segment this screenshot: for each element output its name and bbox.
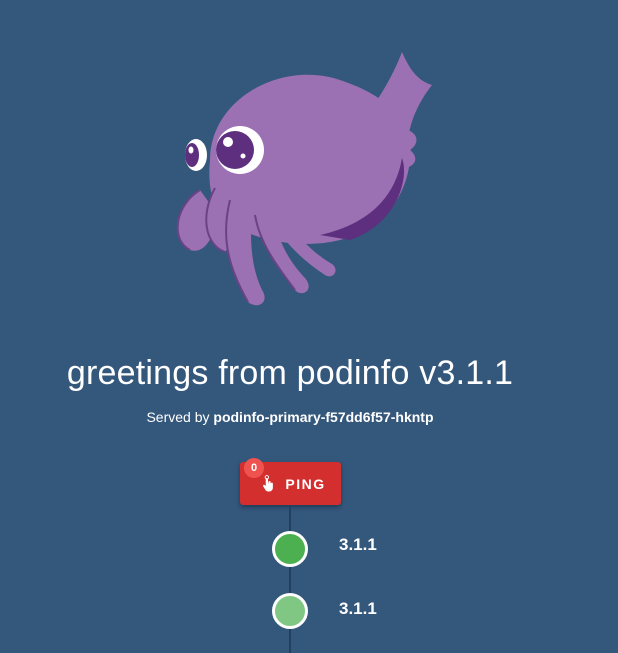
page: greetings from podinfo v3.1.1 Served by … [0,0,618,653]
hostname: podinfo-primary-f57dd6f57-hkntp [213,409,434,425]
timeline-line [289,505,291,653]
ping-count-badge: 0 [244,458,264,478]
timeline-item-label: 3.1.1 [339,535,377,554]
timeline-item-label: 3.1.1 [339,599,377,618]
served-by-line: Served by podinfo-primary-f57dd6f57-hknt… [0,409,580,425]
served-by-prefix: Served by [146,409,210,425]
cuttlefish-mascot [176,52,432,306]
page-title: greetings from podinfo v3.1.1 [66,354,514,392]
timeline-dot [272,593,308,629]
timeline-dot [272,531,308,567]
ping-button-label: PING [285,475,326,492]
touch-hand-icon [263,474,274,491]
